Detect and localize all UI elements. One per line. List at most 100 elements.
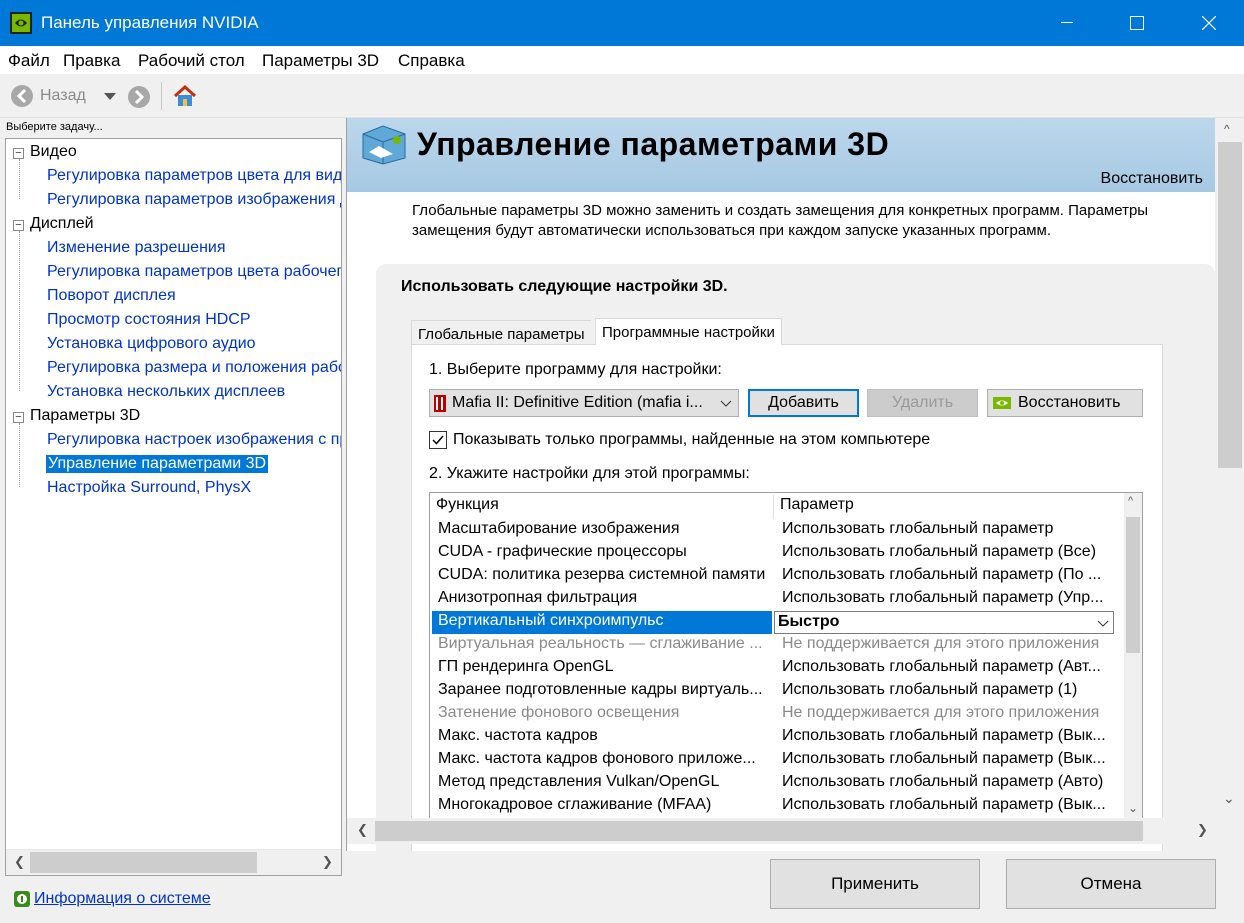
restore-program-label: Восстановить [1018,394,1121,411]
checkmark-icon [432,435,444,445]
grid-row[interactable]: Затенение фонового освещения Не поддержив… [430,703,1124,726]
scroll-right-icon[interactable]: ❯ [322,854,333,870]
only-installed-checkbox[interactable] [429,431,447,449]
back-button[interactable]: Назад [10,84,86,108]
cancel-button[interactable]: Отмена [1006,859,1216,909]
close-icon [1202,16,1216,30]
add-program-button[interactable]: Добавить [748,389,859,417]
content-hscrollbar[interactable]: ❮ ❯ [347,818,1215,844]
row-parameter: Использовать глобальный параметр [782,520,1054,537]
vsync-dropdown[interactable]: Быстро [774,611,1114,634]
row-function: Затенение фонового освещения [438,704,680,721]
tree-item-video-image[interactable]: Регулировка параметров изображения для в… [47,191,341,209]
tree-item-image-preview[interactable]: Регулировка настроек изображения с просм… [47,431,341,449]
grid-row[interactable]: CUDA - графические процессоры Использоват… [430,542,1124,565]
toolbar: Назад [0,74,1244,118]
menu-desktop[interactable]: Рабочий стол [138,51,245,71]
scroll-down-icon[interactable]: ⌄ [1223,790,1235,807]
scroll-up-icon[interactable]: ^ [1128,495,1133,507]
menu-edit[interactable]: Правка [63,51,120,71]
row-parameter: Использовать глобальный параметр (Вык... [782,727,1106,744]
collapse-video-icon[interactable]: − [13,148,24,159]
tree-hscroll-thumb[interactable] [30,852,257,873]
history-dropdown-icon[interactable] [104,93,116,100]
tree-item-resolution[interactable]: Изменение разрешения [47,239,226,257]
grid-row[interactable]: Масштабирование изображения Использовать … [430,519,1124,542]
row-function: CUDA: политика резерва системной памяти [438,566,766,583]
scroll-left-icon[interactable]: ❮ [357,822,368,838]
window-title: Панель управления NVIDIA [41,13,259,32]
header-function[interactable]: Функция [436,496,766,514]
tree-cat-video[interactable]: Видео [30,143,77,161]
collapse-3d-icon[interactable]: − [13,412,24,423]
scroll-down-icon[interactable]: ⌄ [1128,801,1138,815]
minimize-button[interactable] [1044,0,1090,46]
grid-vscrollbar[interactable]: ^ ⌄ [1124,493,1142,821]
task-hint: Выберите задачу... [6,121,103,133]
tree-item-manage-3d[interactable]: Управление параметрами 3D [46,455,269,473]
forward-arrow-icon[interactable] [127,85,151,109]
menu-file[interactable]: Файл [8,51,50,71]
grid-row[interactable]: Метод представления Vulkan/OpenGL Использ… [430,772,1124,795]
system-info-link[interactable]: Информация о системе [14,890,211,908]
header-parameter[interactable]: Параметр [780,496,1114,514]
tree-item-desktop-size[interactable]: Регулировка размера и положения рабочего… [47,359,341,377]
menu-help[interactable]: Справка [398,51,465,71]
row-parameter: Использовать глобальный параметр (Вык... [782,796,1106,813]
grid-row[interactable]: Макс. частота кадров фонового приложе...… [430,749,1124,772]
tab-program[interactable]: Программные настройки [595,318,782,345]
collapse-display-icon[interactable]: − [13,220,24,231]
grid-row[interactable]: Анизотропная фильтрация Использовать глоб… [430,588,1124,611]
grid-row[interactable]: Виртуальная реальность — сглаживание ...… [430,634,1124,657]
grid-row[interactable]: Макс. частота кадров Использовать глобаль… [430,726,1124,749]
row-function: Вертикальный синхроимпульс [438,612,664,629]
grid-header: Функция Параметр [430,495,1124,519]
grid-row[interactable]: Многокадровое сглаживание (MFAA) Использо… [430,795,1124,818]
tree-item-video-color[interactable]: Регулировка параметров цвета для видео [47,167,341,185]
grid-row[interactable]: CUDA: политика резерва системной памяти И… [430,565,1124,588]
tab-global[interactable]: Глобальные параметры [411,320,591,344]
tree-item-rotate[interactable]: Поворот дисплея [47,287,176,305]
settings-grid: Функция Параметр Масштабирование изображ… [429,492,1143,822]
remove-program-button[interactable]: Удалить [867,389,978,417]
grid-row-selected[interactable]: Вертикальный синхроимпульс Быстро [430,611,1124,634]
tree-item-digital-audio[interactable]: Установка цифрового аудио [47,335,256,353]
menu-3d-settings[interactable]: Параметры 3D [262,51,379,71]
row-function: Многокадровое сглаживание (MFAA) [438,796,712,813]
tree-item-hdcp[interactable]: Просмотр состояния HDCP [47,311,251,329]
close-button[interactable] [1186,0,1232,46]
row-parameter: Использовать глобальный параметр (1) [782,681,1078,698]
page-banner: Управление параметрами 3D Восстановить [347,118,1215,192]
chevron-down-icon [1097,620,1109,627]
tree-cat-display[interactable]: Дисплей [30,215,94,233]
grid-vscroll-thumb[interactable] [1126,517,1140,653]
tree-item-desktop-color[interactable]: Регулировка параметров цвета рабочего ст… [47,263,341,281]
system-info-label[interactable]: Информация о системе [34,890,211,908]
row-parameter: Использовать глобальный параметр (Вык... [782,750,1106,767]
system-info-icon [14,891,30,907]
content-vscroll-thumb[interactable] [1218,142,1242,468]
row-parameter: Не поддерживается для этого приложения [782,635,1100,652]
tree-hscrollbar[interactable]: ❮ ❯ [6,849,341,875]
step2-label: 2. Укажите настройки для этой программы: [429,465,750,482]
content-hscroll-thumb[interactable] [375,821,1143,841]
program-select[interactable]: Mafia II: Definitive Edition (mafia i... [429,389,739,417]
restore-defaults-link[interactable]: Восстановить [1101,170,1203,188]
grid-row[interactable]: ГП рендеринга OpenGL Использовать глобаль… [430,657,1124,680]
menu-bar: Файл Правка Рабочий стол Параметры 3D Сп… [0,46,1244,74]
scroll-up-icon[interactable]: ^ [1224,122,1230,136]
scroll-right-icon[interactable]: ❯ [1197,822,1208,838]
row-function: Заранее подготовленные кадры виртуаль... [438,681,763,698]
apply-button[interactable]: Применить [770,859,980,909]
grid-row[interactable]: Заранее подготовленные кадры виртуаль...… [430,680,1124,703]
panel-heading: Использовать следующие настройки 3D. [401,278,728,295]
content-pane: Управление параметрами 3D Восстановить ^… [346,118,1244,851]
tree-cat-3d[interactable]: Параметры 3D [30,407,140,425]
home-icon[interactable] [172,83,198,109]
tree-item-multiple-displays[interactable]: Установка нескольких дисплеев [47,383,285,401]
restore-program-button[interactable]: Восстановить [987,389,1143,417]
scroll-left-icon[interactable]: ❮ [14,854,25,870]
tree-item-surround-physx[interactable]: Настройка Surround, PhysX [47,479,251,497]
minimize-icon [1061,22,1073,23]
maximize-button[interactable] [1114,0,1160,46]
